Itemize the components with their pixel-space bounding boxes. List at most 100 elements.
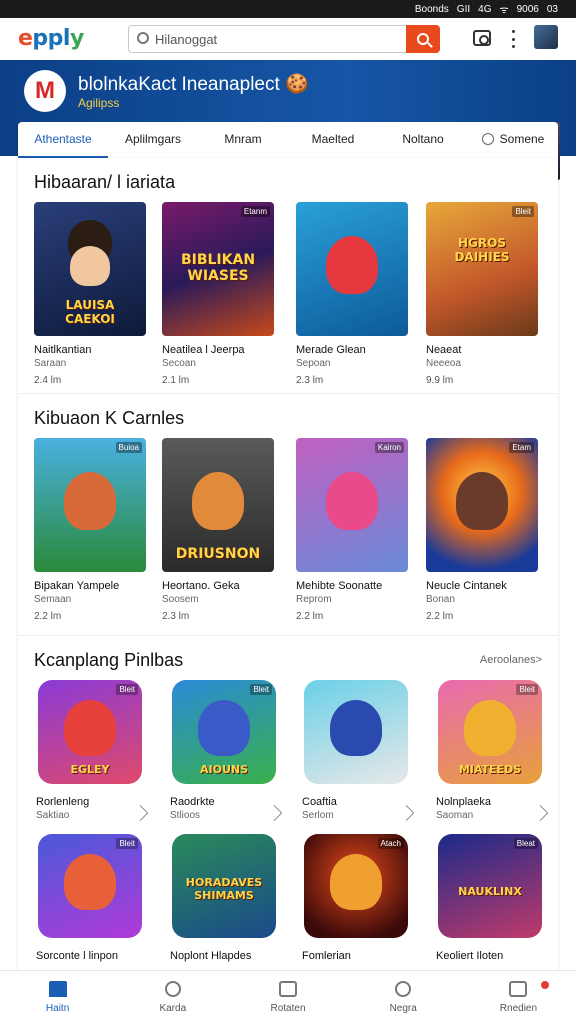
thumbnail-caption: EGLEY bbox=[70, 763, 110, 776]
list-item[interactable]: LAUISA CAEKOI Naitlkantian Saraan 2.4 lm bbox=[34, 202, 150, 386]
grid-icon bbox=[279, 981, 297, 997]
game-name: Heortano. Geka bbox=[162, 580, 240, 592]
nav-label: Haitn bbox=[45, 1003, 70, 1014]
tab-label: Somene bbox=[499, 132, 545, 146]
thumbnail-caption: AIOUNS bbox=[199, 763, 249, 776]
tab-aplilmgars[interactable]: Aplilmgars bbox=[108, 122, 198, 158]
carrier-text: Boonds bbox=[414, 3, 449, 15]
thumbnail-tag: Bleit bbox=[116, 838, 138, 849]
game-name: Bipakan Yampele bbox=[34, 580, 120, 592]
list-item[interactable]: Bleit MIATEEDS Nolnplaeka Saoman bbox=[436, 680, 549, 822]
nav-library[interactable]: Rnedien bbox=[461, 971, 576, 1024]
list-item[interactable]: HORADAVES SHIMAMS Noplont Hlapdes bbox=[170, 834, 282, 962]
game-category: Sepoan bbox=[296, 358, 331, 369]
thumbnail-tag: Bleat bbox=[513, 838, 538, 849]
logo-letter-y: y bbox=[69, 26, 84, 51]
game-size: 2.2 lm bbox=[34, 611, 62, 622]
thumbnail-caption: MIATEEDS bbox=[458, 763, 522, 776]
list-item[interactable]: Coaftia Serlom bbox=[302, 680, 415, 822]
search-input[interactable]: Hilanoggat bbox=[129, 32, 406, 47]
thumbnail-caption: BIBLIKAN WIASES bbox=[180, 252, 256, 284]
nav-label: Rotaten bbox=[270, 1003, 306, 1014]
thumbnail-caption: LAUISA CAEKOI bbox=[65, 298, 115, 326]
search-button[interactable] bbox=[406, 25, 440, 53]
app-logo[interactable]: epply bbox=[18, 26, 84, 51]
list-item[interactable]: Kairon Mehibte Soonatte Reprom 2.2 lm bbox=[296, 438, 412, 622]
game-icon: Bleit bbox=[38, 834, 142, 938]
list-item[interactable]: Etam Neucle Cintanek Bonan 2.2 lm bbox=[426, 438, 542, 622]
character-art bbox=[330, 700, 382, 756]
list-item[interactable]: Bleit Sorconte l linpon bbox=[36, 834, 148, 962]
notification-badge bbox=[540, 981, 549, 989]
more-options-icon[interactable] bbox=[510, 30, 516, 48]
game-name: Naitlkantian bbox=[34, 344, 92, 356]
category-tabs: Athentaste Aplilmgars Mnram Maelted Nolt… bbox=[18, 122, 558, 158]
game-icon: Bleit AIOUNS bbox=[172, 680, 276, 784]
wifi-icon: ᯤ bbox=[499, 5, 509, 16]
list-item[interactable]: Merade Glean Sepoan 2.3 lm bbox=[296, 202, 412, 386]
compass-icon bbox=[164, 981, 181, 997]
search-bar[interactable]: Hilanoggat bbox=[128, 25, 440, 53]
list-item[interactable]: Atach Fomlerian bbox=[302, 834, 414, 962]
tab-noltano[interactable]: Noltano bbox=[378, 122, 468, 158]
game-category: Neeeoa bbox=[426, 358, 462, 369]
character-art bbox=[326, 236, 378, 294]
list-item[interactable]: Etanm BIBLIKAN WIASES Neatilea l Jeerpa … bbox=[162, 202, 278, 386]
thumbnail-tag: Etanm bbox=[240, 206, 270, 217]
logo-letter-e: e bbox=[18, 26, 33, 51]
list-item[interactable]: DRIUSNON Heortano. Geka Soosem 2.3 lm bbox=[162, 438, 278, 622]
game-category: Reprom bbox=[296, 594, 332, 605]
tab-athentaste[interactable]: Athentaste bbox=[18, 122, 108, 158]
thumbnail-tag: Etam bbox=[509, 442, 534, 453]
banner-logo: M bbox=[24, 70, 66, 112]
nav-home[interactable]: Haitn bbox=[0, 971, 115, 1024]
game-size: 9.9 lm bbox=[426, 375, 454, 386]
game-name: Coaftia bbox=[302, 796, 337, 808]
game-name: Nolnplaeka bbox=[436, 796, 492, 808]
list-item[interactable]: Buioa Bipakan Yampele Semaan 2.2 lm bbox=[34, 438, 150, 622]
nav-search[interactable]: Negra bbox=[346, 971, 461, 1024]
section-top-picks: Kcanplang Pinlbas Aeroolanes> Bleit EGLE… bbox=[18, 636, 558, 970]
see-more-link[interactable]: Aeroolanes> bbox=[480, 654, 542, 666]
tab-somene[interactable]: Somene bbox=[468, 122, 558, 158]
list-item[interactable]: Bleit HGROS DAIHIES Neaeat Neeeoa 9.9 lm bbox=[426, 202, 542, 386]
game-icon: Bleit MIATEEDS bbox=[438, 680, 542, 784]
game-icon: HORADAVES SHIMAMS bbox=[172, 834, 276, 938]
network-text: 4G bbox=[478, 3, 492, 15]
home-icon bbox=[48, 981, 67, 997]
nav-label: Karda bbox=[159, 1003, 187, 1014]
game-size: 2.2 lm bbox=[296, 611, 324, 622]
thumbnail-tag: Buioa bbox=[115, 442, 142, 453]
cast-icon[interactable] bbox=[473, 30, 491, 46]
game-name: Merade Glean bbox=[296, 344, 366, 356]
section-title: Hibaaran/ l iariata bbox=[34, 172, 176, 192]
game-thumbnail: Buioa bbox=[34, 438, 146, 572]
tab-maelted[interactable]: Maelted bbox=[288, 122, 378, 158]
game-thumbnail: Kairon bbox=[296, 438, 408, 572]
thumbnail-tag: Kairon bbox=[374, 442, 404, 453]
section-title: Kcanplang Pinlbas bbox=[34, 650, 184, 670]
top-app-bar: epply Hilanoggat bbox=[0, 18, 576, 60]
game-size: 2.1 lm bbox=[162, 375, 190, 386]
list-item[interactable]: Bleat NAUKLINX Keoliert Iloten bbox=[436, 834, 548, 962]
game-thumbnail: Etam bbox=[426, 438, 538, 572]
signal-text: GII bbox=[456, 3, 471, 15]
magnifier-icon bbox=[417, 33, 429, 45]
game-size: 2.4 lm bbox=[34, 375, 62, 386]
tab-mnram[interactable]: Mnram bbox=[198, 122, 288, 158]
person-icon bbox=[481, 133, 494, 145]
thumbnail-tag: Bleit bbox=[516, 684, 538, 695]
game-category: Secoan bbox=[162, 358, 196, 369]
thumbnail-caption: HGROS DAIHIES bbox=[454, 236, 510, 264]
library-icon bbox=[509, 981, 528, 997]
logo-letters: ppl bbox=[32, 26, 70, 51]
clock: 9006 bbox=[516, 3, 539, 15]
nav-games[interactable]: Karda bbox=[115, 971, 230, 1024]
game-category: Semaan bbox=[34, 594, 72, 605]
game-name: Fomlerian bbox=[302, 950, 351, 962]
game-icon: Atach bbox=[304, 834, 408, 938]
nav-apps[interactable]: Rotaten bbox=[230, 971, 345, 1024]
list-item[interactable]: Bleit EGLEY Rorlenleng Saktiao bbox=[36, 680, 149, 822]
list-item[interactable]: Bleit AIOUNS Raodrkte Stlioos bbox=[170, 680, 283, 822]
avatar[interactable] bbox=[534, 25, 558, 49]
